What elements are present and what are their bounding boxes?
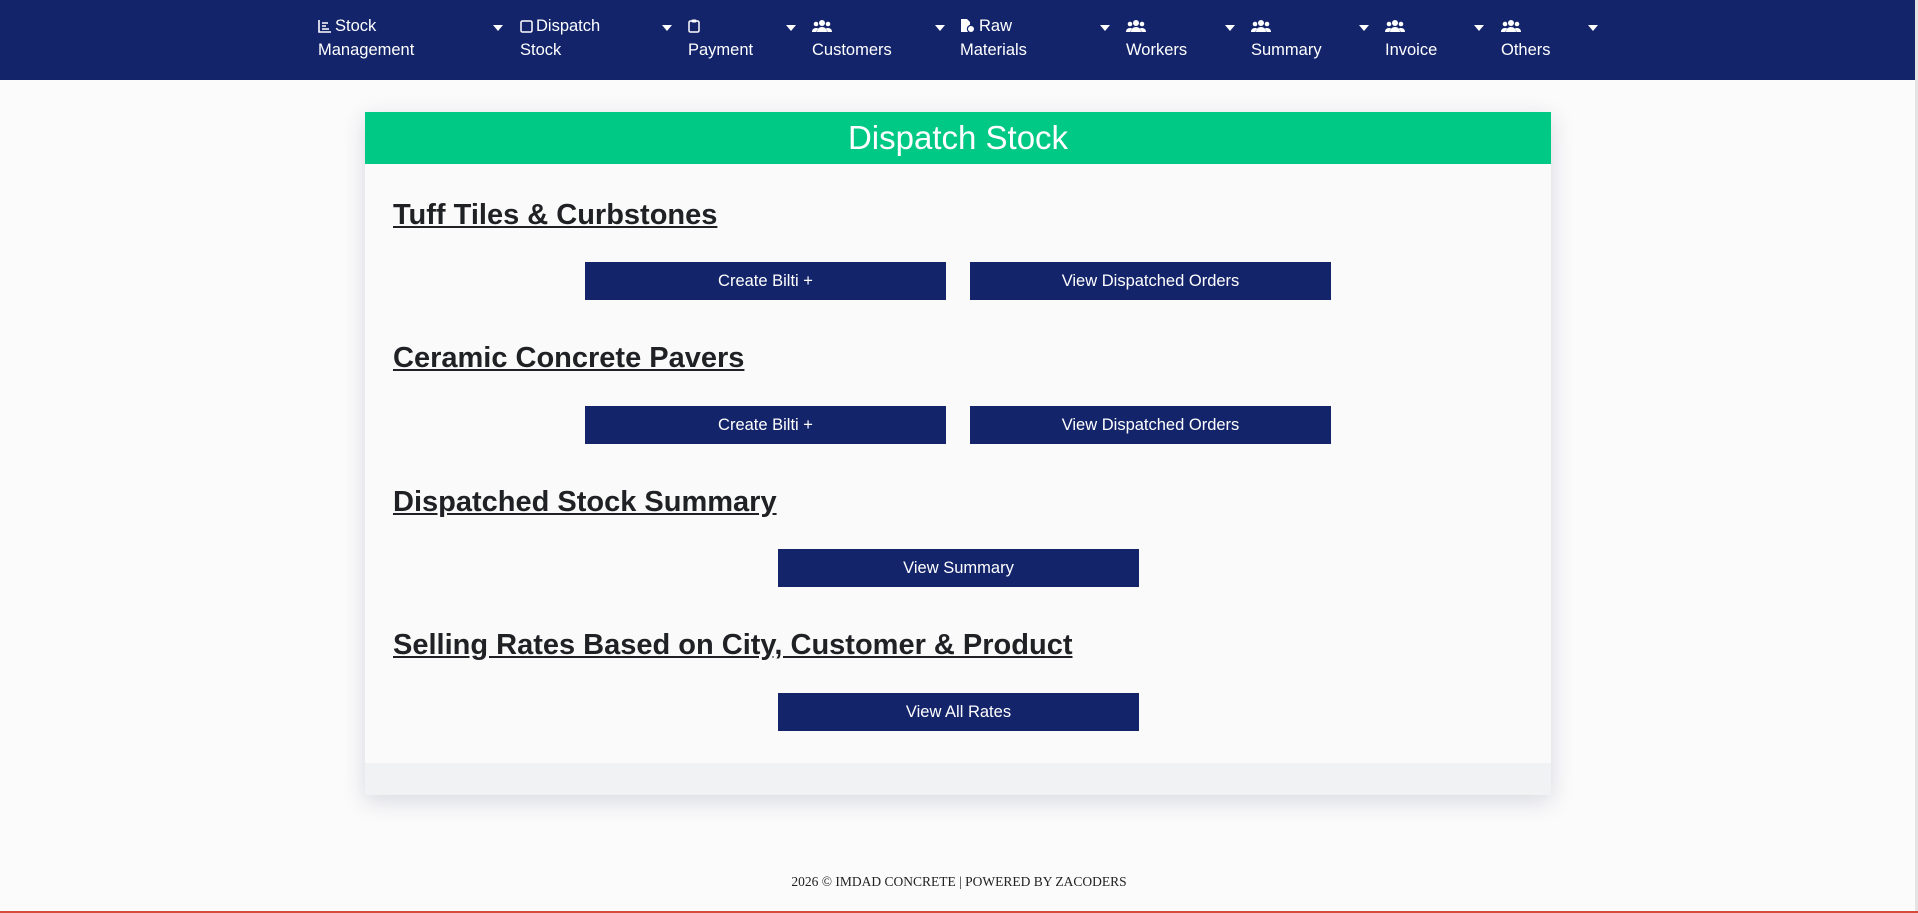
nav-dispatch-stock[interactable]: Dispatch Stock (520, 14, 600, 62)
section-title-dispatched-summary: Dispatched Stock Summary (393, 486, 777, 518)
card-footer (365, 763, 1551, 795)
section-title-tuff-tiles: Tuff Tiles & Curbstones (393, 199, 718, 231)
nav-others[interactable]: Others (1501, 14, 1551, 62)
chevron-down-icon[interactable] (935, 25, 945, 31)
chevron-down-icon[interactable] (1474, 25, 1484, 31)
nav-summary[interactable]: Summary (1251, 14, 1322, 62)
section-title-selling-rates: Selling Rates Based on City, Customer & … (393, 629, 1073, 661)
section-title-ceramic-pavers: Ceramic Concrete Pavers (393, 342, 745, 374)
page-title: Dispatch Stock (365, 112, 1551, 164)
view-dispatched-orders-tuff-tiles-button[interactable]: View Dispatched Orders (970, 262, 1331, 300)
page-footer: 2026 © IMDAD CONCRETE | POWERED BY ZACOD… (791, 874, 1127, 889)
create-bilti-ceramic-pavers-button[interactable]: Create Bilti + (585, 406, 946, 444)
top-navbar: Stock Management Dispatch Stock Payment … (0, 0, 1918, 80)
chevron-down-icon[interactable] (493, 25, 503, 31)
users-icon (1501, 20, 1521, 32)
view-dispatched-orders-ceramic-pavers-button[interactable]: View Dispatched Orders (970, 406, 1331, 444)
create-bilti-tuff-tiles-button[interactable]: Create Bilti + (585, 262, 946, 300)
nav-invoice[interactable]: Invoice (1385, 14, 1437, 62)
nav-workers[interactable]: Workers (1126, 14, 1187, 62)
chevron-down-icon[interactable] (1225, 25, 1235, 31)
users-icon (812, 20, 832, 32)
clipboard-icon (688, 19, 700, 33)
nav-stock-management[interactable]: Stock Management (318, 14, 414, 62)
file-icon (961, 19, 976, 33)
users-icon (1385, 20, 1405, 32)
chevron-down-icon[interactable] (1359, 25, 1369, 31)
users-icon (1126, 20, 1146, 32)
users-icon (1251, 20, 1271, 32)
chart-icon (318, 20, 331, 33)
view-all-rates-button[interactable]: View All Rates (778, 693, 1139, 731)
dispatch-stock-card: Dispatch Stock Tuff Tiles & Curbstones C… (365, 112, 1551, 795)
nav-payment[interactable]: Payment (688, 14, 753, 62)
chevron-down-icon[interactable] (786, 25, 796, 31)
nav-raw-materials[interactable]: Raw Materials (960, 14, 1027, 62)
chevron-down-icon[interactable] (662, 25, 672, 31)
chevron-down-icon[interactable] (1100, 25, 1110, 31)
chevron-down-icon[interactable] (1588, 25, 1598, 31)
nav-customers[interactable]: Customers (812, 14, 892, 62)
square-icon (520, 20, 533, 33)
view-summary-button[interactable]: View Summary (778, 549, 1139, 587)
